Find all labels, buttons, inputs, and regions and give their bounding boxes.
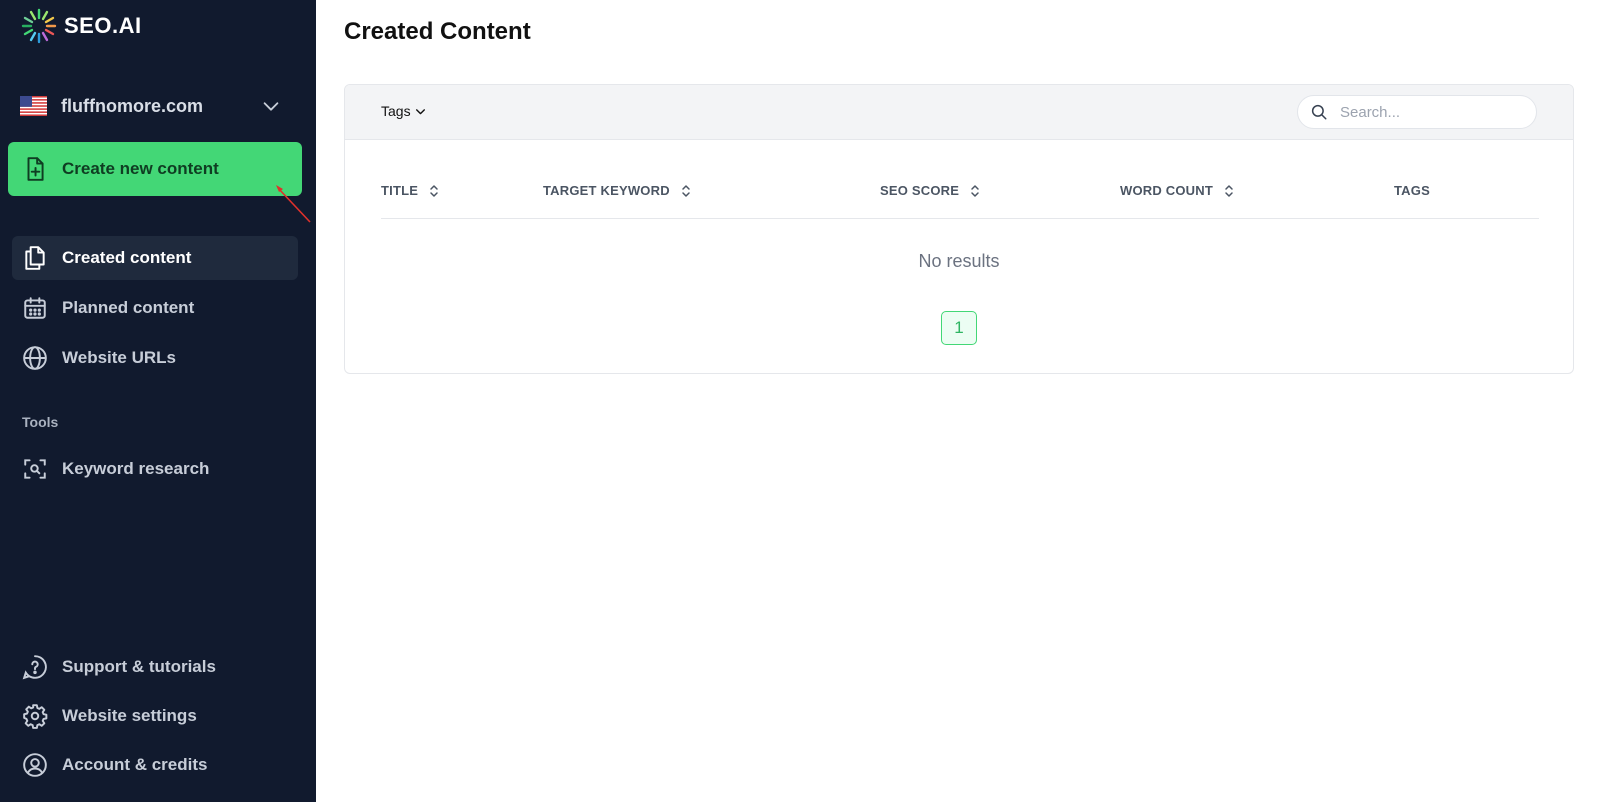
table-toolbar: Tags bbox=[345, 85, 1573, 140]
sidebar-item-label: Website settings bbox=[62, 706, 197, 725]
sidebar-item-planned-content[interactable]: Planned content bbox=[12, 286, 298, 330]
column-header-title[interactable]: TITLE bbox=[381, 183, 440, 198]
sidebar-item-website-settings[interactable]: Website settings bbox=[12, 694, 298, 738]
create-new-content-button[interactable]: Create new content bbox=[8, 142, 302, 196]
chevron-down-icon bbox=[415, 108, 425, 114]
column-header-seo-score[interactable]: SEO SCORE bbox=[880, 183, 981, 198]
user-circle-icon bbox=[23, 753, 47, 777]
sidebar-item-label: Website URLs bbox=[62, 348, 176, 367]
document-plus-icon bbox=[27, 157, 44, 181]
sort-icon bbox=[1225, 184, 1233, 197]
sidebar-item-label: Account & credits bbox=[62, 755, 208, 774]
empty-state-message: No results bbox=[918, 251, 1000, 271]
brand-name: SEO.AI bbox=[64, 13, 142, 38]
column-header-word-count[interactable]: WORD COUNT bbox=[1120, 183, 1235, 198]
sort-icon bbox=[430, 184, 438, 197]
column-header-label: WORD COUNT bbox=[1120, 183, 1213, 198]
column-header-target-keyword[interactable]: TARGET KEYWORD bbox=[543, 183, 692, 198]
table-header: TITLE TARGET KEYWORD SEO SCORE WORD COUN… bbox=[381, 171, 1539, 219]
gear-icon bbox=[23, 704, 48, 729]
sidebar-item-label: Keyword research bbox=[62, 459, 210, 478]
search-icon bbox=[1311, 104, 1327, 120]
tags-filter-label: Tags bbox=[381, 103, 411, 119]
column-header-label: TAGS bbox=[1394, 183, 1430, 198]
tags-filter-dropdown[interactable]: Tags bbox=[381, 103, 427, 119]
column-header-tags: TAGS bbox=[1394, 183, 1430, 198]
sidebar-item-created-content[interactable]: Created content bbox=[12, 236, 298, 280]
us-flag-icon bbox=[20, 96, 47, 116]
column-header-label: TARGET KEYWORD bbox=[543, 183, 670, 198]
create-new-content-label: Create new content bbox=[62, 159, 219, 178]
column-header-label: TITLE bbox=[381, 183, 419, 198]
sort-icon bbox=[971, 184, 979, 197]
globe-icon bbox=[23, 346, 47, 370]
sort-icon bbox=[682, 184, 690, 197]
search-input[interactable] bbox=[1340, 103, 1520, 121]
brand-logo[interactable]: SEO.AI bbox=[20, 6, 142, 46]
tools-section-heading: Tools bbox=[22, 414, 59, 430]
sidebar-item-support-tutorials[interactable]: Support & tutorials bbox=[12, 645, 298, 689]
site-selector[interactable]: fluffnomore.com bbox=[20, 88, 282, 124]
sidebar: SEO.AI fluffnomore.com Create new conten… bbox=[0, 0, 316, 802]
sidebar-item-account-credits[interactable]: Account & credits bbox=[12, 743, 298, 787]
scan-search-icon bbox=[24, 459, 46, 479]
page-title: Created Content bbox=[344, 18, 531, 45]
chevron-down-icon bbox=[263, 102, 279, 111]
sidebar-item-website-urls[interactable]: Website URLs bbox=[12, 336, 298, 380]
column-header-label: SEO SCORE bbox=[880, 183, 960, 198]
sunburst-logo-icon bbox=[21, 8, 57, 44]
site-name: fluffnomore.com bbox=[61, 95, 203, 116]
calendar-icon bbox=[24, 297, 46, 319]
sidebar-item-keyword-research[interactable]: Keyword research bbox=[12, 447, 298, 491]
annotation-arrow-icon bbox=[276, 185, 311, 223]
pagination-page-button[interactable]: 1 bbox=[941, 311, 977, 345]
content-table-panel: Tags TITLE TARGET KEYWORD SEO SCORE WORD… bbox=[344, 84, 1574, 374]
sidebar-item-label: Created content bbox=[62, 248, 192, 267]
documents-icon bbox=[25, 246, 45, 270]
search-box[interactable] bbox=[1297, 95, 1537, 129]
sidebar-item-label: Support & tutorials bbox=[62, 657, 216, 676]
help-circle-icon bbox=[22, 655, 47, 680]
sidebar-item-label: Planned content bbox=[62, 298, 195, 317]
